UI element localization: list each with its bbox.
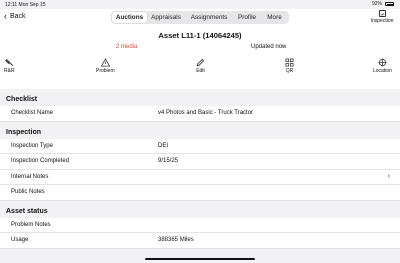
tab-appraisals[interactable]: Appraisals xyxy=(147,12,185,23)
problem-button[interactable]: Problem xyxy=(96,58,115,74)
inspection-completed-row: Inspection Completed 9/15/25 xyxy=(0,154,400,170)
status-time: 12:11 Mon Sep 15 xyxy=(5,2,46,8)
tab-more[interactable]: More xyxy=(261,12,288,23)
row-label: Internal Notes xyxy=(11,173,49,180)
inspection-button[interactable]: Inspection xyxy=(370,10,394,24)
problem-notes-row[interactable]: Problem Notes xyxy=(0,217,400,233)
action-bar: R&R Problem Edit QR Location xyxy=(0,58,400,80)
tab-profile[interactable]: Profile xyxy=(233,12,261,23)
section-header-inspection: Inspection xyxy=(6,128,42,136)
pencil-icon xyxy=(196,58,205,67)
location-icon xyxy=(378,58,387,67)
row-label: Usage xyxy=(11,237,29,244)
battery-icon xyxy=(385,2,394,6)
chevron-left-icon: ‹ xyxy=(4,11,7,21)
row-label: Inspection Type xyxy=(11,142,53,149)
row-label: Public Notes xyxy=(11,189,45,196)
section-header-asset-status: Asset status xyxy=(6,207,48,215)
back-label: Back xyxy=(10,13,26,20)
status-bar: 12:11 Mon Sep 15 ︎ 92% xyxy=(0,0,400,9)
tab-assignments[interactable]: Assignments xyxy=(185,12,233,23)
qr-button[interactable]: QR xyxy=(285,58,294,74)
details-list: Checklist Checklist Name v4 Photos and B… xyxy=(0,89,400,249)
home-indicator[interactable] xyxy=(145,258,255,260)
tab-auctions[interactable]: Auctions xyxy=(112,12,147,23)
back-button[interactable]: ‹ Back xyxy=(4,11,26,21)
rr-label: R&R xyxy=(4,68,15,74)
wrench-icon xyxy=(4,59,13,67)
battery-percent: 92% xyxy=(371,1,382,7)
warning-icon xyxy=(100,58,110,67)
edit-label: Edit xyxy=(196,68,205,74)
inspection-icon xyxy=(378,10,386,17)
status-right: ︎ 92% xyxy=(369,1,394,7)
row-value: v4 Photos and Basic - Truck Tractor xyxy=(158,110,254,117)
checklist-name-row[interactable]: Checklist Name v4 Photos and Basic - Tru… xyxy=(0,106,400,122)
public-notes-row[interactable]: Public Notes xyxy=(0,185,400,201)
location-button[interactable]: Location xyxy=(373,58,392,74)
row-label: Checklist Name xyxy=(11,110,54,117)
row-label: Problem Notes xyxy=(11,221,51,228)
edit-button[interactable]: Edit xyxy=(196,58,205,74)
location-label: Location xyxy=(373,68,392,74)
usage-row: Usage 388365 Miles xyxy=(0,233,400,249)
row-value: DEI xyxy=(158,142,169,149)
segmented-control: Auctions Appraisals Assignments Profile … xyxy=(111,11,289,24)
top-panel: ‹ Back Auctions Appraisals Assignments P… xyxy=(0,9,400,89)
internal-notes-row[interactable]: Internal Notes › xyxy=(0,169,400,185)
asset-title: Asset L11-1 (14064245) xyxy=(158,31,242,40)
section-header-checklist: Checklist xyxy=(6,96,38,103)
inspection-label: Inspection xyxy=(370,18,394,24)
row-value: 9/15/25 xyxy=(158,158,179,165)
inspection-type-row: Inspection Type DEI xyxy=(0,138,400,154)
problem-label: Problem xyxy=(96,68,115,74)
row-label: Inspection Completed xyxy=(11,158,70,165)
chevron-right-icon: › xyxy=(387,173,390,181)
row-value: 388365 Miles xyxy=(158,237,194,244)
rr-button[interactable]: R&R xyxy=(4,58,15,74)
media-count-link[interactable]: 2 media xyxy=(116,44,137,50)
updated-status: Updated now xyxy=(251,44,287,50)
qr-label: QR xyxy=(285,68,294,74)
qr-icon xyxy=(285,58,294,67)
